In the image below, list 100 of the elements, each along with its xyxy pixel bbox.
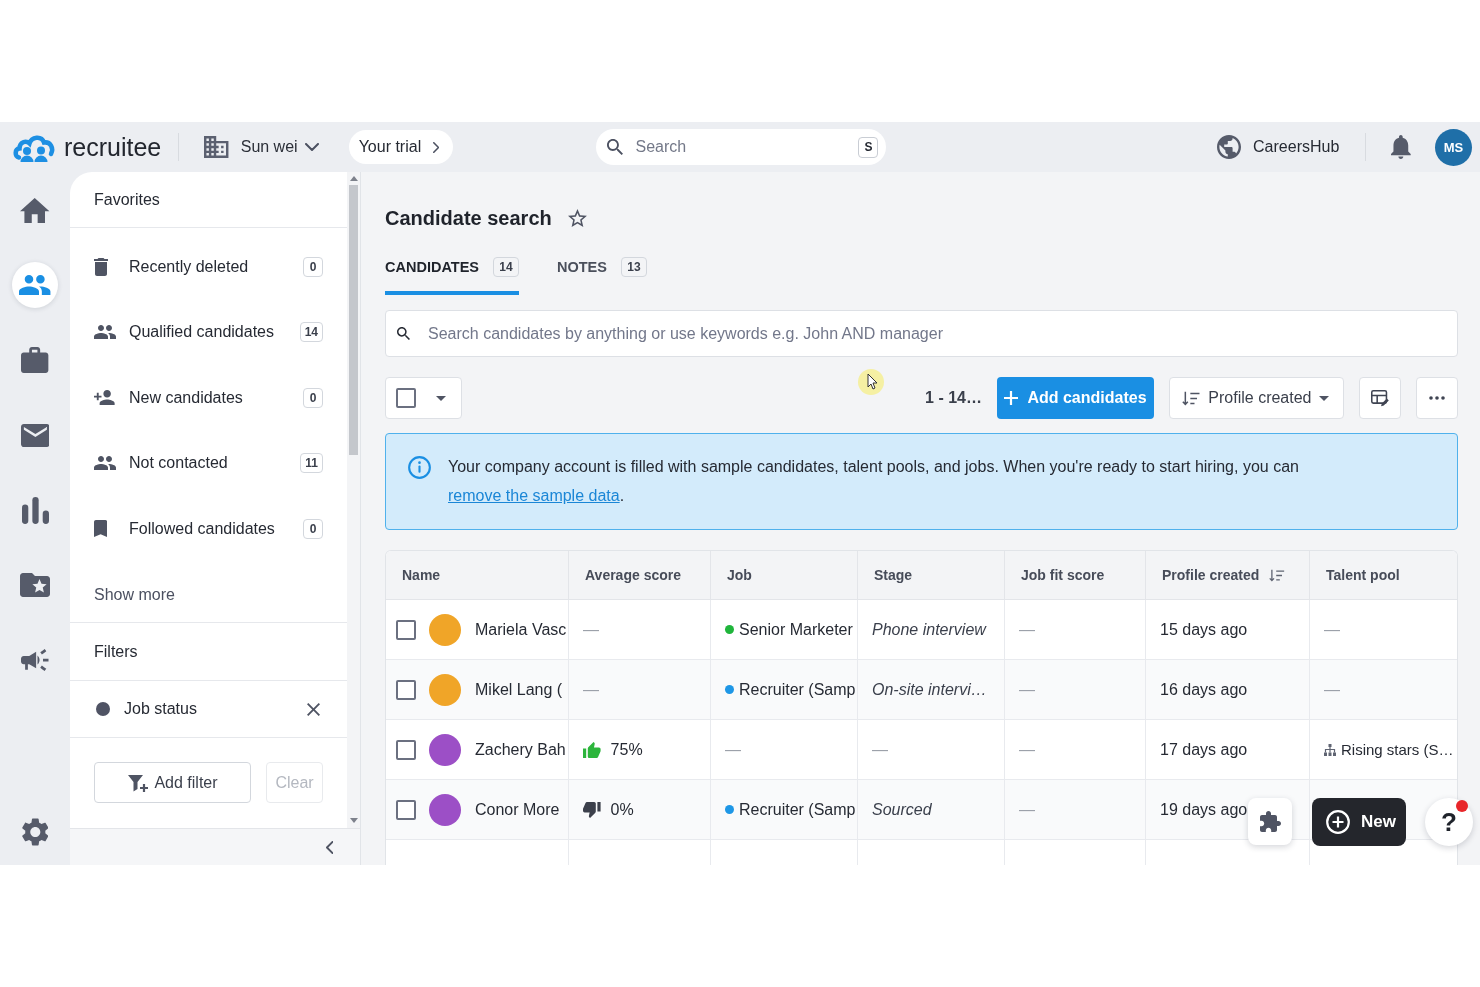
close-icon[interactable] — [307, 702, 320, 716]
cursor-icon — [858, 369, 884, 395]
trash-icon — [94, 257, 108, 276]
table-cell: — — [1310, 660, 1457, 720]
table-row[interactable]: Mikel Lang ( — Recruiter (Samp On-site intervi… — 16 days ago — — [386, 660, 1457, 720]
trial-button[interactable]: Your trial — [348, 130, 454, 164]
score-value: 0% — [610, 800, 634, 819]
megaphone-icon — [21, 649, 49, 671]
column-header[interactable]: Stage — [858, 551, 1005, 600]
checkbox[interactable] — [396, 739, 416, 760]
tab-count: 13 — [620, 257, 647, 277]
home-icon — [20, 197, 50, 223]
folder-star-icon — [20, 573, 50, 597]
new-button[interactable]: New — [1312, 798, 1406, 846]
column-header[interactable]: Name — [386, 551, 569, 600]
caret-icon — [1319, 395, 1329, 401]
chevron-left-icon[interactable] — [325, 840, 333, 854]
column-header[interactable]: Job fit score — [1005, 551, 1146, 600]
table-cell: 16 days ago — [1146, 660, 1310, 720]
job-title[interactable]: Recruiter (Samp — [739, 800, 856, 819]
checkbox[interactable] — [396, 799, 416, 820]
candidate-name[interactable]: Mariela Vasc — [475, 620, 567, 639]
plus-circle-icon — [1326, 810, 1350, 834]
puzzle-icon — [1259, 811, 1281, 832]
careers-site-link[interactable]: CareersHub — [1217, 135, 1340, 159]
checkbox[interactable] — [396, 619, 416, 640]
candidate-name[interactable]: Conor More — [475, 800, 560, 819]
table-cell: On-site intervi… — [858, 660, 1005, 720]
result-range: 1 - 14… — [925, 389, 982, 407]
filter-label: Job status — [124, 700, 197, 718]
info-icon — [408, 456, 431, 479]
caret-icon — [436, 395, 446, 401]
tab[interactable]: CANDIDATES 14 — [385, 250, 519, 295]
brand-name: recruitee — [64, 132, 162, 162]
column-header[interactable]: Average score — [569, 551, 711, 600]
column-header[interactable]: Job — [711, 551, 858, 600]
table-edit-icon — [1370, 389, 1390, 407]
item-count: 0 — [303, 518, 323, 539]
table-cell: — — [1005, 780, 1146, 840]
tab[interactable]: NOTES 13 — [557, 250, 647, 295]
show-more-link[interactable]: Show more — [94, 585, 175, 604]
item-count: 0 — [303, 387, 323, 408]
filter-add-icon — [127, 772, 150, 793]
nav-button[interactable] — [12, 262, 58, 308]
logo-icon — [12, 132, 56, 162]
talent-pool-name[interactable]: Rising stars (S… — [1341, 741, 1454, 758]
scroll-down-icon — [349, 818, 358, 823]
column-header[interactable]: Profile created — [1146, 551, 1310, 600]
candidate-name[interactable]: Zachery Bah — [475, 740, 566, 759]
sort-icon — [1269, 568, 1286, 582]
job-title[interactable]: Recruiter (Samp — [739, 680, 856, 699]
thumbs-down-icon — [583, 801, 601, 818]
add-filter-button[interactable]: Add filter — [94, 762, 251, 803]
search-icon — [397, 327, 410, 340]
table-settings-button[interactable] — [1359, 377, 1401, 419]
people-icon — [94, 325, 116, 340]
globe-icon — [1217, 135, 1242, 159]
people-icon — [94, 456, 116, 471]
select-dropdown[interactable] — [385, 377, 462, 419]
item-count: 0 — [303, 256, 323, 277]
checkbox[interactable] — [396, 679, 416, 700]
workspace-switcher[interactable]: Sun wei — [204, 130, 319, 164]
checkbox[interactable] — [396, 388, 416, 408]
favorite-item[interactable]: Recently deleted 0 — [70, 234, 347, 300]
item-count: 14 — [299, 322, 323, 343]
dot-icon — [96, 702, 110, 716]
favorite-item[interactable]: Followed candidates 0 — [70, 496, 347, 562]
job-title[interactable]: Senior Marketer — [739, 620, 853, 639]
bell-icon[interactable] — [1391, 135, 1411, 159]
bookmark-icon — [94, 520, 108, 538]
column-header[interactable]: Talent pool — [1310, 551, 1457, 600]
user-avatar[interactable]: MS — [1435, 128, 1472, 166]
candidate-search-field[interactable]: Search candidates by anything or use keywords e.g. John AND manager — [385, 310, 1458, 357]
favorite-item[interactable]: Qualified candidates 14 — [70, 299, 347, 365]
thumbs-up-icon — [583, 741, 601, 758]
star-icon[interactable] — [567, 209, 587, 227]
search-icon — [607, 139, 624, 155]
banner-message: Your company account is filled with sample candidates, talent pools, and jobs. When you're ready to start hiring, you can remove the sample data. — [448, 457, 1300, 506]
table-cell: — — [1005, 660, 1146, 720]
sort-icon — [1182, 390, 1201, 406]
more-icon — [1429, 396, 1445, 400]
plus-icon — [1004, 391, 1019, 405]
candidate-name[interactable]: Mikel Lang ( — [475, 680, 563, 699]
extensions-button[interactable] — [1248, 798, 1292, 845]
scroll-up-icon — [349, 176, 358, 181]
scrollbar[interactable] — [347, 172, 360, 828]
scrollbar-thumb[interactable] — [349, 185, 358, 455]
chevron-right-icon — [433, 141, 440, 153]
table-cell: — — [569, 660, 711, 720]
person-add-icon — [94, 390, 115, 406]
favorite-item[interactable]: New candidates 0 — [70, 365, 347, 431]
hierarchy-icon — [1324, 743, 1336, 756]
tab-count: 14 — [493, 257, 519, 277]
briefcase-icon — [21, 347, 49, 373]
settings-icon — [21, 818, 49, 846]
bar-chart-icon — [21, 496, 49, 524]
favorite-item[interactable]: Not contacted 11 — [70, 430, 347, 496]
chevron-down-icon — [304, 143, 319, 151]
sort-dropdown[interactable]: Profile created — [1169, 377, 1344, 419]
page-title: Candidate search — [385, 206, 552, 230]
